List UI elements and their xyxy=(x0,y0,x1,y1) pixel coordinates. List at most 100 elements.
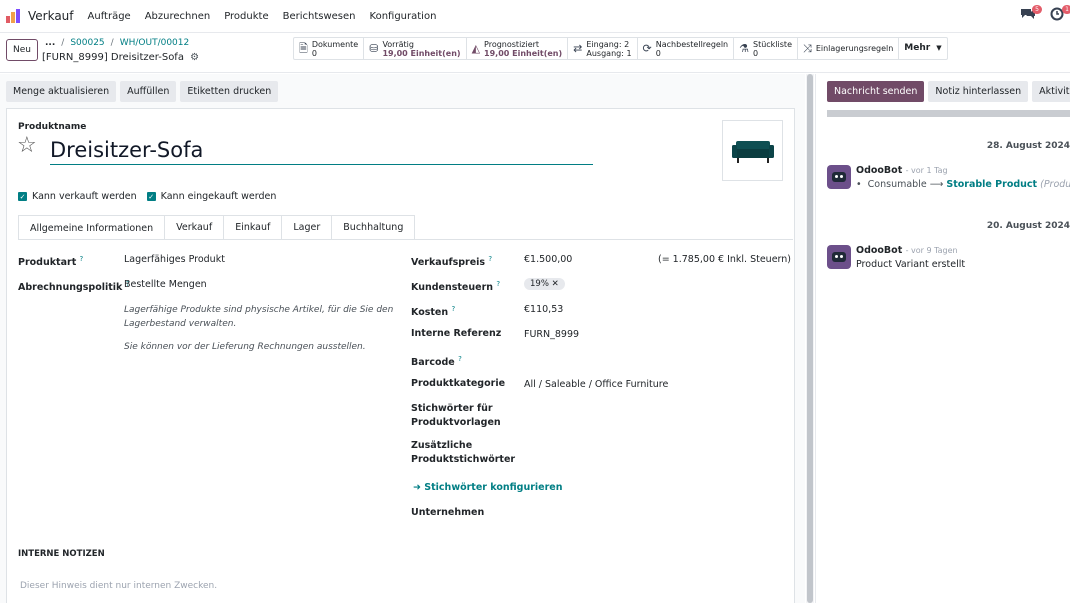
message-date: - vor 9 Tagen xyxy=(905,246,958,255)
tab-purchase[interactable]: Einkauf xyxy=(224,215,283,240)
send-message-button[interactable]: Nachricht senden xyxy=(827,81,925,102)
smart-button-dokumente[interactable]: 🗎 Dokumente 0 xyxy=(294,38,365,59)
smart-button-value: 19,00 Einheit(en) xyxy=(484,48,563,58)
activity-badge: 1 xyxy=(1062,5,1070,14)
avatar[interactable] xyxy=(827,245,851,269)
sales-price-input[interactable]: €1.500,00 xyxy=(524,254,572,265)
cost-input[interactable]: €110,53 xyxy=(524,304,563,315)
menu-berichtswesen[interactable]: Berichtswesen xyxy=(283,11,356,22)
checkbox-checked-icon[interactable]: ✓ xyxy=(146,192,156,201)
activity-clock-icon[interactable]: 1 xyxy=(1050,5,1070,25)
breadcrumb-sale-order[interactable]: S00025 xyxy=(70,38,104,48)
internal-reference-input[interactable]: FURN_8999 xyxy=(524,329,579,340)
product-type-label: Produktart ? xyxy=(18,255,84,269)
exchange-icon: ⇄ xyxy=(573,42,583,55)
breadcrumb-picking[interactable]: WH/OUT/00012 xyxy=(120,38,190,48)
smart-button-label: Vorrätig xyxy=(382,39,414,49)
smart-button-label: Einlagerungsregeln xyxy=(815,44,894,53)
message-author: OdooBot - vor 1 Tag xyxy=(856,165,948,176)
robot-icon xyxy=(832,252,846,262)
smart-button-vorraetig[interactable]: ⛁ Vorrätig 19,00 Einheit(en) xyxy=(364,38,467,59)
checkbox-checked-icon[interactable]: ✓ xyxy=(18,192,27,201)
star-icon[interactable]: ☆ xyxy=(17,133,37,158)
additional-product-tags-input[interactable] xyxy=(524,441,774,453)
breadcrumb-separator: / xyxy=(110,38,114,48)
message-date: - vor 1 Tag xyxy=(905,166,948,175)
product-image[interactable] xyxy=(722,120,783,181)
tab-sales[interactable]: Verkauf xyxy=(165,215,225,240)
tracking-value: • Consumable ⟶ Storable Product (Produkt… xyxy=(856,179,1070,190)
chatter-horizontal-scrollbar[interactable] xyxy=(827,110,1070,117)
smart-button-nachbestellregeln[interactable]: ⟳ Nachbestellregeln 0 xyxy=(638,38,735,59)
can-be-purchased-label: Kann eingekauft werden xyxy=(160,191,277,202)
cost-label: Kosten ? xyxy=(411,305,456,319)
help-tooltip-icon[interactable]: ? xyxy=(488,255,492,263)
smart-button-stueckliste[interactable]: ⚗ Stückliste 0 xyxy=(734,38,798,59)
smart-buttons: 🗎 Dokumente 0 ⛁ Vorrätig 19,00 Einheit(en)… xyxy=(293,37,948,60)
configure-tags-link[interactable]: ➜ Stichwörter konfigurieren xyxy=(413,482,563,493)
print-labels-button[interactable]: Etiketten drucken xyxy=(180,81,279,102)
help-tooltip-icon[interactable]: ? xyxy=(496,280,500,288)
smart-button-prognostiziert[interactable]: ◭ Prognostiziert 19,00 Einheit(en) xyxy=(467,38,569,59)
update-quantity-button[interactable]: Menge aktualisieren xyxy=(6,81,117,102)
gear-icon[interactable]: ⚙ xyxy=(190,52,199,63)
breadcrumb-ellipsis[interactable]: ... xyxy=(45,38,55,48)
company-label: Unternehmen xyxy=(411,507,485,518)
flask-icon: ⚗ xyxy=(739,42,749,55)
can-be-purchased-checkbox[interactable]: ✓ Kann eingekauft werden xyxy=(146,191,277,202)
avatar[interactable] xyxy=(827,165,851,189)
internal-notes-input[interactable]: Dieser Hinweis dient nur internen Zwecke… xyxy=(20,581,217,591)
smart-button-label: Stückliste xyxy=(753,39,792,49)
chat-icon[interactable]: 5 xyxy=(1020,5,1042,25)
help-tooltip-icon[interactable]: ? xyxy=(80,255,84,263)
robot-icon xyxy=(832,172,846,182)
help-tooltip-icon[interactable]: ? xyxy=(458,355,462,363)
tax-tag[interactable]: 19% ✕ xyxy=(524,278,565,290)
control-panel: Neu ... / S00025 / WH/OUT/00012 [FURN_89… xyxy=(0,33,1070,73)
company-input[interactable] xyxy=(524,508,774,520)
barcode-input[interactable] xyxy=(524,354,774,366)
form-action-buttons: Menge aktualisieren Auffüllen Etiketten … xyxy=(6,81,279,102)
menu-produkte[interactable]: Produkte xyxy=(224,11,268,22)
tab-accounting[interactable]: Buchhaltung xyxy=(332,215,416,240)
product-name-input[interactable]: Dreisitzer-Sofa xyxy=(50,137,593,165)
arrow-right-icon: ⟶ xyxy=(929,179,947,190)
message-body: Product Variant erstellt xyxy=(856,259,966,270)
product-template-tags-input[interactable] xyxy=(524,404,774,416)
new-button[interactable]: Neu xyxy=(6,39,38,61)
form-scrollbar[interactable] xyxy=(806,74,814,603)
more-dropdown-button[interactable]: Mehr ▼ xyxy=(899,38,946,59)
smart-button-label: Nachbestellregeln xyxy=(655,39,729,49)
product-template-tags-label: Stichwörter für Produktvorlagen xyxy=(411,403,501,428)
replenish-button[interactable]: Auffüllen xyxy=(120,81,177,102)
smart-button-moves[interactable]: ⇄ Eingang: 2 Ausgang: 1 xyxy=(568,38,638,59)
invoicing-policy-value[interactable]: Bestellte Mengen xyxy=(124,279,207,290)
menu-konfiguration[interactable]: Konfiguration xyxy=(370,11,437,22)
log-note-button[interactable]: Notiz hinterlassen xyxy=(928,81,1029,102)
help-tooltip-icon[interactable]: ? xyxy=(451,305,455,313)
customer-taxes-label: Kundensteuern ? xyxy=(411,280,501,294)
chatter-panel: Nachricht senden Notiz hinterlassen Akti… xyxy=(815,74,1070,603)
menu-auftraege[interactable]: Aufträge xyxy=(88,11,131,22)
remove-tag-icon[interactable]: ✕ xyxy=(552,279,559,289)
author-name[interactable]: OdooBot xyxy=(856,165,902,176)
smart-button-label: Prognostiziert xyxy=(484,39,540,49)
tab-general-information[interactable]: Allgemeine Informationen xyxy=(18,215,166,240)
sales-app-logo-icon[interactable] xyxy=(6,9,22,23)
author-name[interactable]: OdooBot xyxy=(856,245,902,256)
form-sheet: Produktname ☆ Dreisitzer-Sofa ✓ Kann ver… xyxy=(6,108,795,603)
scrollbar-thumb[interactable] xyxy=(807,74,813,603)
activities-button[interactable]: Aktivitäten xyxy=(1032,81,1070,102)
can-be-sold-label: Kann verkauft werden xyxy=(32,191,137,202)
product-category-input[interactable]: All / Saleable / Office Furniture xyxy=(524,379,668,390)
tab-inventory[interactable]: Lager xyxy=(282,215,333,240)
menu-abzurechnen[interactable]: Abzurechnen xyxy=(145,11,210,22)
smart-button-value: 19,00 Einheit(en) xyxy=(382,48,461,58)
invoicing-policy-label: Abrechnungspolitik ? xyxy=(18,280,130,294)
can-be-sold-checkbox[interactable]: ✓ Kann verkauft werden xyxy=(18,191,137,202)
tab-divider xyxy=(18,239,793,240)
app-name[interactable]: Verkauf xyxy=(28,9,74,23)
product-type-value[interactable]: Lagerfähiges Produkt xyxy=(124,254,225,265)
record-title: [FURN_8999] Dreisitzer-Sofa ⚙ xyxy=(42,52,199,63)
smart-button-einlagerungsregeln[interactable]: ⤨ Einlagerungsregeln xyxy=(798,38,900,59)
